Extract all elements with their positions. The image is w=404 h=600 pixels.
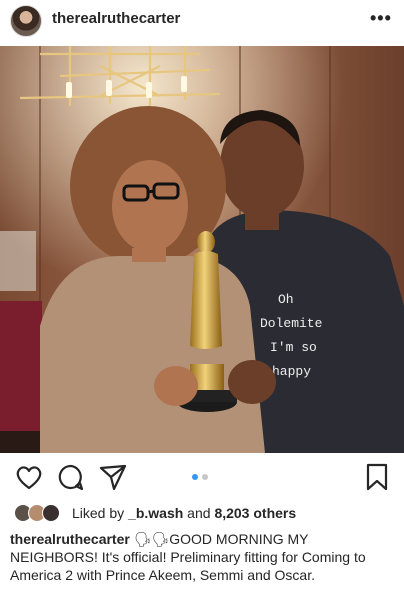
post-photo[interactable]: Oh Dolemite I'm so happy: [0, 46, 404, 453]
avatar[interactable]: [10, 5, 42, 37]
svg-text:I'm so: I'm so: [270, 340, 317, 355]
red-chair: [0, 301, 42, 431]
more-icon[interactable]: •••: [370, 8, 392, 29]
likes-row: Liked by _b.wash and 8,203 others: [0, 500, 404, 526]
caption-emoji: 🗣🗣: [133, 531, 170, 547]
display-case: [0, 231, 36, 291]
likes-prefix: Liked by: [72, 505, 129, 521]
liker-avatar[interactable]: [42, 504, 60, 522]
likes-text: Liked by _b.wash and 8,203 others: [72, 505, 296, 521]
bookmark-icon[interactable]: [362, 462, 392, 497]
caption-username[interactable]: therealruthecarter: [10, 531, 130, 547]
svg-text:Oh: Oh: [278, 292, 294, 307]
action-bar: [0, 460, 404, 494]
carousel-indicator: [192, 474, 208, 480]
carousel-dot-active: [192, 474, 198, 480]
liked-by-user[interactable]: _b.wash: [128, 505, 183, 521]
svg-text:happy: happy: [272, 364, 311, 379]
heart-icon[interactable]: [14, 462, 44, 497]
likes-middle: and: [183, 505, 215, 521]
svg-text:Dolemite: Dolemite: [260, 316, 322, 331]
post-username[interactable]: therealruthecarter: [52, 10, 180, 27]
post-header: therealruthecarter •••: [0, 0, 404, 40]
comment-icon[interactable]: [56, 462, 86, 497]
share-icon[interactable]: [98, 462, 128, 497]
carousel-dot: [202, 474, 208, 480]
likes-count[interactable]: 8,203 others: [214, 505, 296, 521]
post-caption: therealruthecarter 🗣🗣GOOD MORNING MY NEI…: [10, 530, 398, 584]
